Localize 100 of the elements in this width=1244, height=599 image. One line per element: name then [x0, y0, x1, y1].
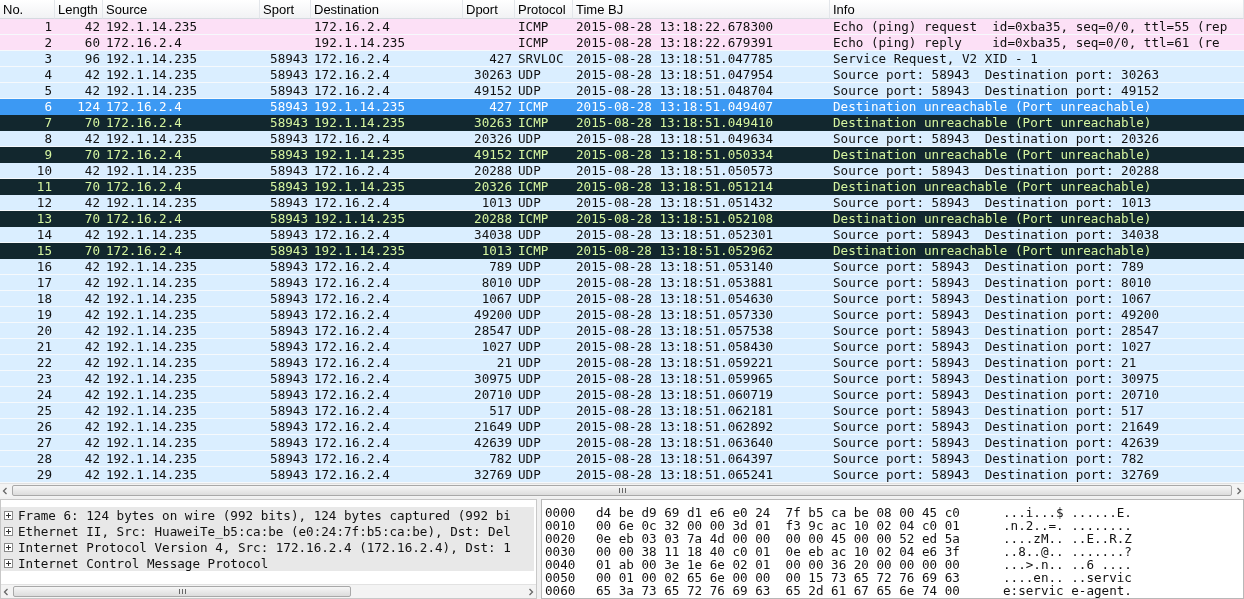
- table-cell-text: 2015-08-28 13:18:51.065241: [575, 467, 775, 482]
- table-cell-text: Echo (ping) request id=0xba35, seq=0/0, ttl=55 (rep: [832, 19, 1229, 34]
- expand-icon[interactable]: [4, 510, 13, 520]
- table-cell-text: 2015-08-28 13:18:51.051432: [575, 195, 775, 210]
- packet-row[interactable]: 22 42 192.1.14.235 58943 172.16.2.4 21 UDP 2015-08-28 13:18:51.059221 Source port: 58943 Destination port: 21: [0, 355, 1244, 371]
- scroll-left-icon[interactable]: [0, 485, 10, 496]
- column-header[interactable]: Protocol: [515, 0, 573, 19]
- tree-row[interactable]: Internet Control Message Protocol: [1, 555, 534, 571]
- packet-row[interactable]: 9 70 172.16.2.4 58943 192.1.14.235 49152 ICMP 2015-08-28 13:18:51.050334 Destination unreachable (Port unreachable): [0, 147, 1244, 163]
- horizontal-scrollbar[interactable]: [1, 584, 536, 598]
- scrollbar-thumb[interactable]: [13, 586, 351, 597]
- table-cell-text: 172.16.2.4: [105, 35, 183, 50]
- packet-row[interactable]: 28 42 192.1.14.235 58943 172.16.2.4 782 UDP 2015-08-28 13:18:51.064397 Source port: 58943 Destination port: 782: [0, 451, 1244, 467]
- table-cell-text: 49152: [473, 147, 513, 162]
- table-cell-text: 2015-08-28 13:18:51.053140: [575, 259, 775, 274]
- table-cell-text: UDP: [517, 67, 542, 82]
- expand-icon[interactable]: [4, 542, 13, 552]
- packet-row[interactable]: 7 70 172.16.2.4 58943 192.1.14.235 30263 ICMP 2015-08-28 13:18:51.049410 Destination unreachable (Port unreachable): [0, 115, 1244, 131]
- packet-row[interactable]: 20 42 192.1.14.235 58943 172.16.2.4 28547 UDP 2015-08-28 13:18:51.057538 Source port: 58943 Destination port: 28547: [0, 323, 1244, 339]
- table-cell-text: 58943: [269, 275, 309, 290]
- packet-row[interactable]: 15 70 172.16.2.4 58943 192.1.14.235 1013 ICMP 2015-08-28 13:18:51.052962 Destination unreachable (Port unreachable): [0, 243, 1244, 259]
- column-header[interactable]: Info: [830, 0, 1244, 19]
- packet-row[interactable]: 1 42 192.1.14.235 172.16.2.4 ICMP 2015-08-28 13:18:22.678300 Echo (ping) request id=0xba35, seq=0/0, ttl=55 (rep: [0, 19, 1244, 35]
- scrollbar-thumb[interactable]: [12, 485, 1232, 496]
- table-cell-text: 192.1.14.235: [105, 67, 198, 82]
- scroll-left-icon[interactable]: [1, 586, 11, 597]
- packet-row[interactable]: 16 42 192.1.14.235 58943 172.16.2.4 789 UDP 2015-08-28 13:18:51.053140 Source port: 58943 Destination port: 789: [0, 259, 1244, 275]
- packet-row[interactable]: 21 42 192.1.14.235 58943 172.16.2.4 1027 UDP 2015-08-28 13:18:51.058430 Source port: 58943 Destination port: 1027: [0, 339, 1244, 355]
- table-cell-text: Source port: 58943 Destination port: 30263: [832, 67, 1161, 82]
- table-cell-text: 192.1.14.235: [105, 387, 198, 402]
- column-header[interactable]: Length: [55, 0, 103, 19]
- table-cell-text: 42: [83, 451, 101, 466]
- table-cell-text: ICMP: [517, 19, 550, 34]
- packet-row[interactable]: 13 70 172.16.2.4 58943 192.1.14.235 20288 ICMP 2015-08-28 13:18:51.052108 Destination unreachable (Port unreachable): [0, 211, 1244, 227]
- table-cell-text: 42: [83, 259, 101, 274]
- table-cell-text: 192.1.14.235: [105, 323, 198, 338]
- table-cell-text: 2015-08-28 13:18:51.047954: [575, 67, 775, 82]
- table-cell-text: 58943: [269, 259, 309, 274]
- table-cell-text: 58943: [269, 403, 309, 418]
- expand-icon[interactable]: [4, 526, 13, 536]
- packet-row[interactable]: 5 42 192.1.14.235 58943 172.16.2.4 49152 UDP 2015-08-28 13:18:51.048704 Source port: 58943 Destination port: 49152: [0, 83, 1244, 99]
- table-cell-text: 2015-08-28 13:18:51.063640: [575, 435, 775, 450]
- column-header[interactable]: Time BJ: [573, 0, 830, 19]
- packet-row[interactable]: 14 42 192.1.14.235 58943 172.16.2.4 34038 UDP 2015-08-28 13:18:51.052301 Source port: 58943 Destination port: 34038: [0, 227, 1244, 243]
- table-cell-text: 192.1.14.235: [105, 339, 198, 354]
- packet-row[interactable]: 3 96 192.1.14.235 58943 172.16.2.4 427 SRVLOC 2015-08-28 13:18:51.047785 Service Request, V2 XID - 1: [0, 51, 1244, 67]
- table-cell-text: 3: [43, 51, 53, 66]
- packet-row[interactable]: 26 42 192.1.14.235 58943 172.16.2.4 21649 UDP 2015-08-28 13:18:51.062892 Source port: 58943 Destination port: 21649: [0, 419, 1244, 435]
- horizontal-scrollbar[interactable]: [0, 483, 1244, 497]
- packet-row[interactable]: 2 60 172.16.2.4 192.1.14.235 ICMP 2015-08-28 13:18:22.679391 Echo (ping) reply id=0xba35, seq=0/0, ttl=61 (re: [0, 35, 1244, 51]
- table-cell-text: Source port: 58943 Destination port: 1013: [832, 195, 1153, 210]
- column-header[interactable]: No.: [0, 0, 55, 19]
- table-cell-text: 22: [35, 355, 53, 370]
- packet-row[interactable]: 17 42 192.1.14.235 58943 172.16.2.4 8010 UDP 2015-08-28 13:18:51.053881 Source port: 58943 Destination port: 8010: [0, 275, 1244, 291]
- table-cell-text: 24: [35, 387, 53, 402]
- ascii-text: e:servic e-agent.: [1003, 584, 1133, 597]
- packet-row[interactable]: 18 42 192.1.14.235 58943 172.16.2.4 1067 UDP 2015-08-28 13:18:51.054630 Source port: 58943 Destination port: 1067: [0, 291, 1244, 307]
- table-cell-text: 58943: [269, 291, 309, 306]
- table-cell-text: 1027: [480, 339, 513, 354]
- table-cell-text: 2015-08-28 13:18:51.048704: [575, 83, 775, 98]
- table-cell-text: 42: [83, 195, 101, 210]
- packet-row[interactable]: 25 42 192.1.14.235 58943 172.16.2.4 517 UDP 2015-08-28 13:18:51.062181 Source port: 58943 Destination port: 517: [0, 403, 1244, 419]
- table-cell-text: 60: [83, 35, 101, 50]
- table-cell-text: 16: [35, 259, 53, 274]
- table-cell-text: 172.16.2.4: [105, 147, 183, 162]
- table-cell-text: 172.16.2.4: [313, 403, 391, 418]
- column-header[interactable]: Source: [103, 0, 260, 19]
- table-cell-text: 192.1.14.235: [105, 467, 198, 482]
- packet-row[interactable]: 19 42 192.1.14.235 58943 172.16.2.4 49200 UDP 2015-08-28 13:18:51.057330 Source port: 58943 Destination port: 49200: [0, 307, 1244, 323]
- table-cell-text: 192.1.14.235: [105, 83, 198, 98]
- table-cell-text: 7: [43, 115, 53, 130]
- packet-row[interactable]: 8 42 192.1.14.235 58943 172.16.2.4 20326 UDP 2015-08-28 13:18:51.049634 Source port: 58943 Destination port: 20326: [0, 131, 1244, 147]
- table-cell-text: 30263: [473, 115, 513, 130]
- packet-row[interactable]: 27 42 192.1.14.235 58943 172.16.2.4 42639 UDP 2015-08-28 13:18:51.063640 Source port: 58943 Destination port: 42639: [0, 435, 1244, 451]
- table-cell-text: 70: [83, 243, 101, 258]
- column-header[interactable]: Destination: [311, 0, 463, 19]
- expand-icon[interactable]: [4, 558, 13, 568]
- table-cell-text: Source port: 58943 Destination port: 49152: [832, 83, 1161, 98]
- packet-row[interactable]: 24 42 192.1.14.235 58943 172.16.2.4 20710 UDP 2015-08-28 13:18:51.060719 Source port: 58943 Destination port: 20710: [0, 387, 1244, 403]
- scroll-right-icon[interactable]: [526, 586, 536, 597]
- column-header[interactable]: Dport: [463, 0, 515, 19]
- table-cell-text: 20326: [473, 179, 513, 194]
- table-cell-text: 172.16.2.4: [313, 355, 391, 370]
- table-cell-text: Destination unreachable (Port unreachable): [832, 147, 1153, 162]
- packet-row[interactable]: 23 42 192.1.14.235 58943 172.16.2.4 30975 UDP 2015-08-28 13:18:51.059965 Source port: 58943 Destination port: 30975: [0, 371, 1244, 387]
- table-cell-text: 172.16.2.4: [313, 451, 391, 466]
- packet-row[interactable]: 4 42 192.1.14.235 58943 172.16.2.4 30263 UDP 2015-08-28 13:18:51.047954 Source port: 58943 Destination port: 30263: [0, 67, 1244, 83]
- table-cell-text: 70: [83, 115, 101, 130]
- table-cell-text: 58943: [269, 131, 309, 146]
- scroll-right-icon[interactable]: [1234, 485, 1244, 496]
- table-cell-text: 172.16.2.4: [105, 211, 183, 226]
- packet-row[interactable]: 29 42 192.1.14.235 58943 172.16.2.4 32769 UDP 2015-08-28 13:18:51.065241 Source port: 58943 Destination port: 32769: [0, 467, 1244, 483]
- table-cell-text: 172.16.2.4: [313, 227, 391, 242]
- table-cell-text: 58943: [269, 211, 309, 226]
- packet-row[interactable]: 10 42 192.1.14.235 58943 172.16.2.4 20288 UDP 2015-08-28 13:18:51.050573 Source port: 58943 Destination port: 20288: [0, 163, 1244, 179]
- table-cell-text: Destination unreachable (Port unreachable): [832, 115, 1153, 130]
- table-cell-text: 2015-08-28 13:18:51.049634: [575, 131, 775, 146]
- packet-row[interactable]: 11 70 172.16.2.4 58943 192.1.14.235 20326 ICMP 2015-08-28 13:18:51.051214 Destination unreachable (Port unreachable): [0, 179, 1244, 195]
- packet-row[interactable]: 12 42 192.1.14.235 58943 172.16.2.4 1013 UDP 2015-08-28 13:18:51.051432 Source port: 58943 Destination port: 1013: [0, 195, 1244, 211]
- column-header[interactable]: Sport: [260, 0, 311, 19]
